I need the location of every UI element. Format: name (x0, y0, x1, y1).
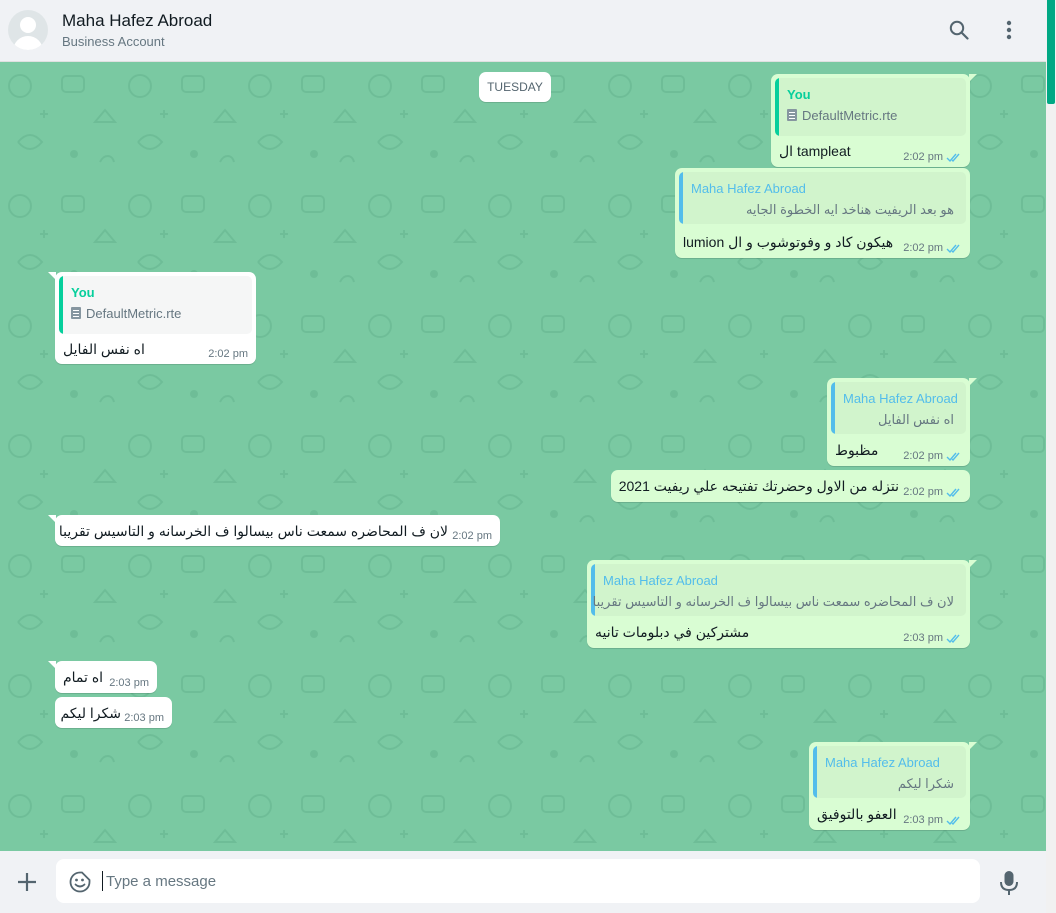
quoted-message[interactable]: Maha Hafez Abroad شكرا ليكم (813, 746, 966, 798)
message-text: مشتركين في دبلومات تانيه (595, 624, 750, 640)
message-bubble-outgoing[interactable]: Maha Hafez Abroad شكرا ليكم العفو بالتوف… (809, 742, 977, 830)
message-time: 2:02 pm (208, 348, 248, 360)
message-list[interactable]: TUESDAY You DefaultMetric.rte ال tamplea… (0, 62, 1046, 851)
quote-author: You (787, 87, 811, 102)
double-check-icon (946, 488, 960, 497)
double-check-icon (946, 452, 960, 461)
voice-message-button[interactable] (998, 869, 1020, 897)
message-input[interactable] (106, 868, 956, 894)
quote-author: Maha Hafez Abroad (825, 755, 940, 770)
contact-name[interactable]: Maha Hafez Abroad (62, 11, 212, 31)
message-text: لان ف المحاضره سمعت ناس بيسالوا ف الخرسا… (58, 523, 448, 539)
quote-text: شكرا ليكم (897, 776, 954, 791)
message-input-box[interactable] (56, 859, 980, 903)
message-time: 2:02 pm (903, 151, 943, 163)
avatar[interactable] (8, 10, 48, 50)
quoted-message[interactable]: You DefaultMetric.rte (59, 276, 252, 334)
menu-button[interactable] (996, 16, 1022, 44)
scrollbar-thumb[interactable] (1047, 0, 1055, 104)
mic-icon (1000, 871, 1018, 895)
quote-filename: DefaultMetric.rte (86, 306, 182, 321)
quote-author: You (71, 285, 95, 300)
message-text: هيكون كاد و وفوتوشوب و ال lumion (683, 234, 894, 250)
quoted-message[interactable]: Maha Hafez Abroad هو بعد الريفيت هناخد ا… (679, 172, 966, 224)
quote-text: اه نفس الفايل (878, 412, 954, 427)
date-separator: TUESDAY (479, 72, 551, 102)
double-check-icon (946, 153, 960, 162)
message-text: مظبوط (835, 442, 879, 458)
message-text: شكرا ليكم (60, 705, 121, 721)
file-icon (787, 109, 797, 121)
double-check-icon (946, 634, 960, 643)
chat-window: Maha Hafez Abroad Business Account TUESD… (0, 0, 1046, 913)
message-bubble-incoming[interactable]: شكرا ليكم 2:03 pm (55, 697, 172, 728)
more-vertical-icon (1006, 20, 1012, 40)
message-bubble-outgoing[interactable]: Maha Hafez Abroad اه نفس الفايل مظبوط 2:… (827, 378, 977, 466)
message-text: ال tampleat (779, 143, 851, 159)
message-text: اه تمام (63, 669, 104, 685)
composer-bar (0, 851, 1046, 913)
text-caret (102, 871, 103, 891)
search-button[interactable] (946, 16, 972, 44)
message-text: نتزله من الاول وحضرتك تفتيحه علي ريفيت 2… (618, 478, 899, 494)
quoted-message[interactable]: You DefaultMetric.rte (775, 78, 966, 136)
message-time: 2:02 pm (903, 242, 943, 254)
message-bubble-outgoing[interactable]: نتزله من الاول وحضرتك تفتيحه علي ريفيت 2… (611, 470, 970, 502)
emoji-icon (69, 871, 91, 893)
message-bubble-outgoing[interactable]: Maha Hafez Abroad هو بعد الريفيت هناخد ا… (675, 168, 970, 258)
message-time: 2:03 pm (903, 814, 943, 826)
message-text: العفو بالتوفيق (817, 806, 897, 822)
message-time: 2:02 pm (452, 530, 492, 542)
message-time: 2:03 pm (124, 712, 164, 724)
quote-text: هو بعد الريفيت هناخد ايه الخطوة الجايه (745, 202, 954, 217)
quote-author: Maha Hafez Abroad (691, 181, 806, 196)
chat-header: Maha Hafez Abroad Business Account (0, 0, 1046, 62)
message-time: 2:02 pm (903, 450, 943, 462)
quote-author: Maha Hafez Abroad (603, 573, 718, 588)
plus-icon (18, 873, 36, 891)
quoted-message[interactable]: Maha Hafez Abroad لان ف المحاضره سمعت نا… (591, 564, 966, 616)
quote-text: لان ف المحاضره سمعت ناس بيسالوا ف الخرسا… (592, 594, 954, 609)
double-check-icon (946, 244, 960, 253)
message-bubble-incoming[interactable]: You DefaultMetric.rte اه نفس الفايل 2:02… (48, 272, 256, 364)
message-text: اه نفس الفايل (63, 341, 145, 357)
message-time: 2:03 pm (109, 677, 149, 689)
emoji-button[interactable] (68, 870, 92, 894)
quote-filename: DefaultMetric.rte (802, 108, 898, 123)
message-time: 2:03 pm (903, 632, 943, 644)
search-icon (949, 20, 969, 40)
message-time: 2:02 pm (903, 486, 943, 498)
double-check-icon (946, 816, 960, 825)
contact-subtitle: Business Account (62, 34, 165, 49)
message-bubble-outgoing[interactable]: Maha Hafez Abroad لان ف المحاضره سمعت نا… (587, 560, 977, 648)
quoted-message[interactable]: Maha Hafez Abroad اه نفس الفايل (831, 382, 966, 434)
scrollbar[interactable] (1046, 0, 1056, 913)
file-icon (71, 307, 81, 319)
message-bubble-incoming[interactable]: لان ف المحاضره سمعت ناس بيسالوا ف الخرسا… (48, 515, 500, 546)
message-bubble-outgoing[interactable]: You DefaultMetric.rte ال tampleat 2:02 p… (771, 74, 977, 167)
message-bubble-incoming[interactable]: اه تمام 2:03 pm (48, 661, 157, 693)
attach-button[interactable] (14, 869, 40, 895)
quote-author: Maha Hafez Abroad (843, 391, 958, 406)
